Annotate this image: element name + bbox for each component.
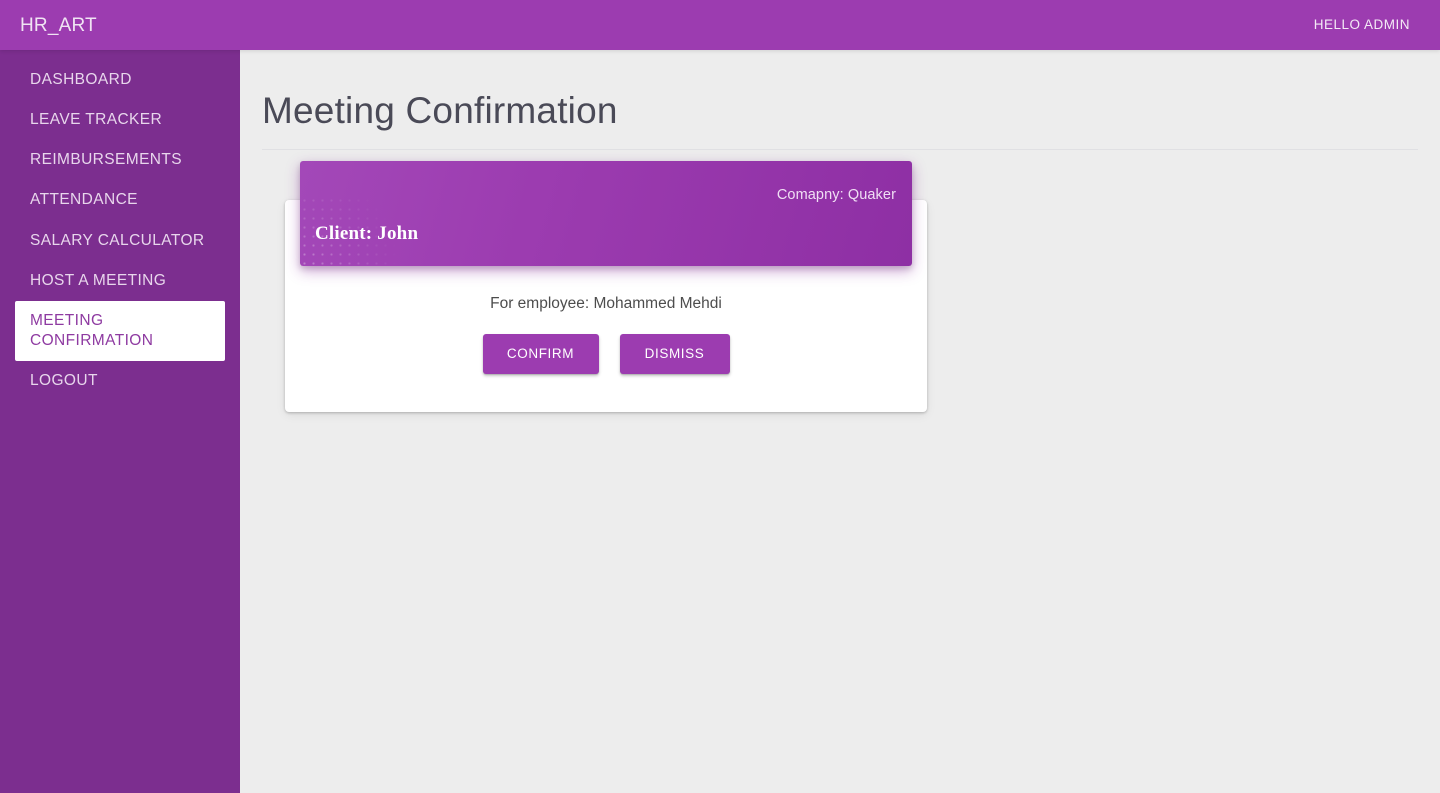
dismiss-button[interactable]: DISMISS bbox=[619, 333, 730, 374]
page-title: Meeting Confirmation bbox=[262, 90, 618, 131]
page-header: Meeting Confirmation bbox=[262, 90, 1418, 151]
sidebar-item-leave-tracker[interactable]: LEAVE TRACKER bbox=[15, 100, 225, 140]
app-brand-title: HR_ART bbox=[20, 14, 97, 36]
sidebar-item-reimbursements[interactable]: REIMBURSEMENTS bbox=[15, 140, 225, 180]
sidebar-item-logout[interactable]: LOGOUT bbox=[15, 361, 225, 401]
employee-label: For employee: Mohammed Mehdi bbox=[490, 295, 722, 313]
sidebar-item-label: LEAVE TRACKER bbox=[30, 111, 163, 129]
app-header: HR_ART HELLO ADMIN bbox=[0, 0, 1440, 50]
sidebar-item-label: LOGOUT bbox=[30, 372, 98, 390]
sidebar-item-label: REIMBURSEMENTS bbox=[30, 151, 183, 169]
confirm-button[interactable]: CONFIRM bbox=[482, 333, 599, 374]
sidebar-item-label: HOST A MEETING bbox=[30, 271, 167, 289]
company-label: Comapny: Quaker bbox=[776, 187, 896, 204]
sidebar-item-meeting-confirmation[interactable]: MEETING CONFIRMATION bbox=[15, 300, 225, 362]
sidebar-item-label: MEETING CONFIRMATION bbox=[30, 311, 154, 349]
sidebar-item-label: ATTENDANCE bbox=[30, 191, 138, 209]
client-label: Client: John bbox=[315, 223, 419, 245]
sidebar-item-host-a-meeting[interactable]: HOST A MEETING bbox=[15, 261, 225, 301]
sidebar-item-salary-calculator[interactable]: SALARY CALCULATOR bbox=[15, 221, 225, 261]
meeting-card-actions: CONFIRM DISMISS bbox=[285, 333, 927, 374]
sidebar-nav: DASHBOARD LEAVE TRACKER REIMBURSEMENTS A… bbox=[0, 50, 240, 793]
main-content: Meeting Confirmation Comapny: Quaker Cli… bbox=[240, 50, 1440, 793]
sidebar-item-label: SALARY CALCULATOR bbox=[30, 231, 205, 249]
sidebar-item-dashboard[interactable]: DASHBOARD bbox=[15, 60, 225, 100]
user-greeting[interactable]: HELLO ADMIN bbox=[1314, 18, 1410, 32]
meeting-confirmation-card: Comapny: Quaker Client: John For employe… bbox=[285, 161, 927, 412]
sidebar-item-attendance[interactable]: ATTENDANCE bbox=[15, 180, 225, 220]
sidebar-item-label: DASHBOARD bbox=[30, 71, 132, 88]
meeting-card-wrapper: Comapny: Quaker Client: John For employe… bbox=[285, 161, 927, 412]
meeting-card-banner: Comapny: Quaker Client: John bbox=[300, 161, 912, 267]
